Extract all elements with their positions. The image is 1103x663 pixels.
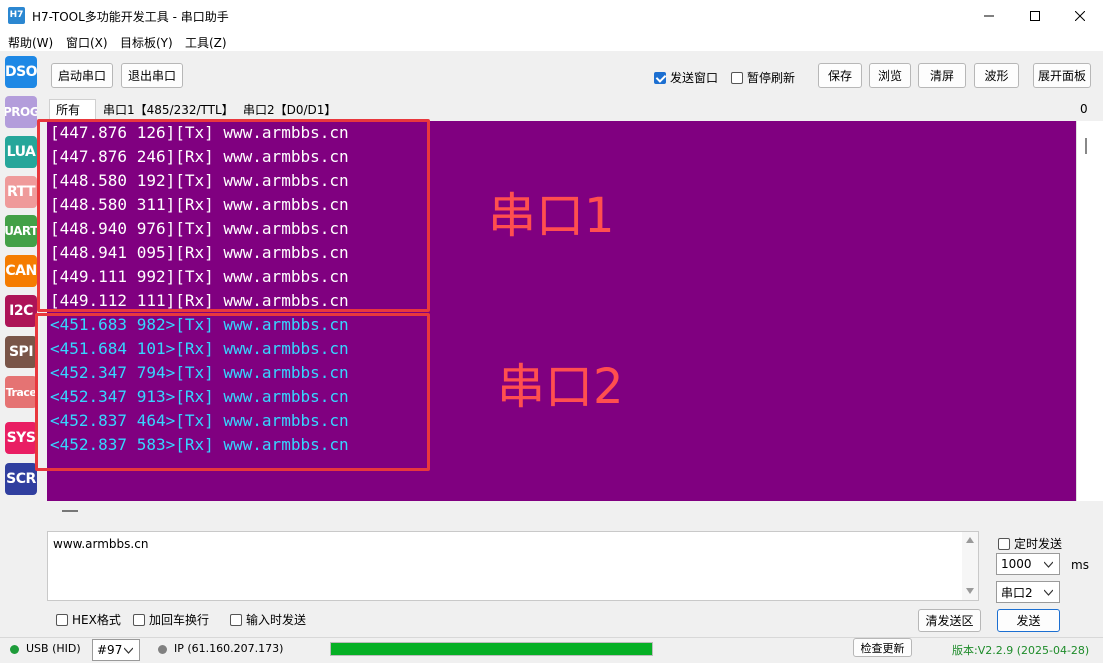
tab-port2[interactable]: 串口2【D0/D1】 xyxy=(237,99,338,119)
timed-send-label: 定时发送 xyxy=(1014,537,1063,551)
hex-format-checkbox[interactable]: HEX格式 xyxy=(56,611,121,628)
scroll-arrows-icon xyxy=(966,537,974,594)
status-bar: USB (HID) #97 IP (61.160.207.173) 检查更新 版… xyxy=(0,637,1103,663)
send-on-input-check-icon xyxy=(230,613,242,626)
tab-all[interactable]: 所有 xyxy=(49,99,96,119)
menu-tools[interactable]: 工具(Z) xyxy=(185,34,227,51)
menu-bar: 帮助(W) 窗口(X) 目标板(Y) 工具(Z) xyxy=(0,31,1103,51)
sidebar-button-i2c[interactable]: I2C xyxy=(5,295,37,327)
send-button[interactable]: 发送 xyxy=(997,609,1060,632)
port2-highlight-box xyxy=(35,313,430,471)
check-update-button[interactable]: 检查更新 xyxy=(853,638,912,657)
usb-status-icon xyxy=(10,645,19,654)
send-window-label: 发送窗口 xyxy=(670,71,719,85)
send-window-checkbox[interactable]: 发送窗口 xyxy=(654,69,718,86)
timed-send-checkbox[interactable]: 定时发送 xyxy=(998,535,1062,552)
progress-bar xyxy=(330,642,653,656)
timed-send-check-icon xyxy=(998,537,1010,550)
terminal-scrollbar[interactable] xyxy=(1076,121,1103,501)
port-value: 串口2 xyxy=(1001,585,1033,600)
sidebar-button-trace[interactable]: Trace xyxy=(5,376,37,408)
add-newline-label: 加回车换行 xyxy=(149,613,210,627)
send-scrollbar[interactable] xyxy=(962,532,978,600)
app-logo-icon: H7 xyxy=(8,7,25,24)
terminal-footer xyxy=(47,501,1103,521)
sidebar-button-sys[interactable]: SYS xyxy=(5,422,37,454)
sidebar-button-dso[interactable]: DSO xyxy=(5,56,37,88)
device-select[interactable]: #97 xyxy=(92,639,140,661)
port1-annotation: 串口1 xyxy=(488,188,615,244)
add-newline-checkbox[interactable]: 加回车换行 xyxy=(133,611,209,628)
send-on-input-checkbox[interactable]: 输入时发送 xyxy=(230,611,306,628)
port2-annotation: 串口2 xyxy=(497,359,624,415)
usb-status: USB (HID) xyxy=(26,642,81,655)
minimize-button[interactable] xyxy=(966,0,1012,31)
ip-status: IP (61.160.207.173) xyxy=(174,642,284,655)
tab-port1[interactable]: 串口1【485/232/TTL】 xyxy=(97,99,237,119)
hex-format-label: HEX格式 xyxy=(72,613,121,627)
interval-unit: ms xyxy=(1071,558,1089,572)
send-text-content: www.armbbs.cn xyxy=(53,537,149,551)
sidebar-button-scr[interactable]: SCR xyxy=(5,463,37,495)
title-bar: H7 H7-TOOL多功能开发工具 - 串口助手 xyxy=(0,0,1103,31)
clear-screen-button[interactable]: 清屏 xyxy=(918,63,966,88)
device-value: #97 xyxy=(97,643,123,657)
pause-refresh-label: 暂停刷新 xyxy=(747,71,796,85)
send-window-check-icon xyxy=(654,71,666,84)
menu-target-board[interactable]: 目标板(Y) xyxy=(120,34,173,51)
sidebar-button-spi[interactable]: SPI xyxy=(5,336,37,368)
ip-status-icon xyxy=(158,645,167,654)
chevron-down-icon xyxy=(1044,589,1053,596)
sidebar-button-lua[interactable]: LUA xyxy=(5,136,37,168)
expand-panel-button[interactable]: 展开面板 xyxy=(1033,63,1091,88)
sidebar-button-uart[interactable]: UART xyxy=(5,215,37,247)
chevron-down-icon xyxy=(124,647,133,654)
close-icon xyxy=(1075,10,1085,21)
minimize-icon xyxy=(984,15,994,16)
menu-help[interactable]: 帮助(W) xyxy=(8,34,53,51)
pause-refresh-check-icon xyxy=(731,71,743,84)
splitter-handle[interactable] xyxy=(62,510,78,512)
port1-highlight-box xyxy=(37,119,430,312)
menu-window[interactable]: 窗口(X) xyxy=(66,34,108,51)
pause-refresh-checkbox[interactable]: 暂停刷新 xyxy=(731,69,795,86)
interval-value: 1000 xyxy=(1001,557,1032,571)
sidebar-button-rtt[interactable]: RTT xyxy=(5,176,37,208)
browse-button[interactable]: 浏览 xyxy=(869,63,911,88)
interval-select[interactable]: 1000 xyxy=(996,553,1060,575)
maximize-button[interactable] xyxy=(1012,0,1058,31)
maximize-icon xyxy=(1030,10,1040,21)
window-title: H7-TOOL多功能开发工具 - 串口助手 xyxy=(32,10,229,24)
waveform-button[interactable]: 波形 xyxy=(974,63,1019,88)
sidebar-button-prog[interactable]: PROG xyxy=(5,96,37,128)
add-newline-check-icon xyxy=(133,613,145,626)
clear-send-button[interactable]: 清发送区 xyxy=(918,609,981,632)
app-window: H7 H7-TOOL多功能开发工具 - 串口助手 帮助(W) 窗口(X) 目标板… xyxy=(0,0,1103,663)
version-label: 版本:V2.2.9 (2025-04-28) xyxy=(952,644,1090,657)
progress-fill xyxy=(331,643,652,655)
scrollbar-thumb[interactable] xyxy=(1085,138,1087,154)
close-button[interactable] xyxy=(1057,0,1103,31)
chevron-down-icon xyxy=(1044,561,1053,568)
send-textarea[interactable]: www.armbbs.cn xyxy=(47,531,979,601)
start-port-button[interactable]: 启动串口 xyxy=(51,63,113,88)
save-button[interactable]: 保存 xyxy=(818,63,862,88)
sidebar-button-can[interactable]: CAN xyxy=(5,255,37,287)
send-on-input-label: 输入时发送 xyxy=(246,613,307,627)
hex-format-check-icon xyxy=(56,613,68,626)
exit-port-button[interactable]: 退出串口 xyxy=(121,63,183,88)
tab-counter: 0 xyxy=(1080,102,1088,116)
port-select[interactable]: 串口2 xyxy=(996,581,1060,603)
